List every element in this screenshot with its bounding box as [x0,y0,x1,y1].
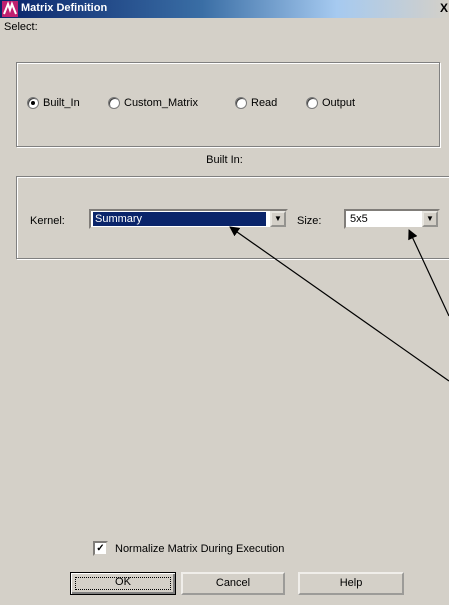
arrow-to-size [408,229,449,317]
annotation-arrows [229,226,449,382]
arrow-to-kernel [229,226,449,382]
matrix-definition-dialog: Matrix Definition X Select: Built_In Cus… [0,0,449,605]
